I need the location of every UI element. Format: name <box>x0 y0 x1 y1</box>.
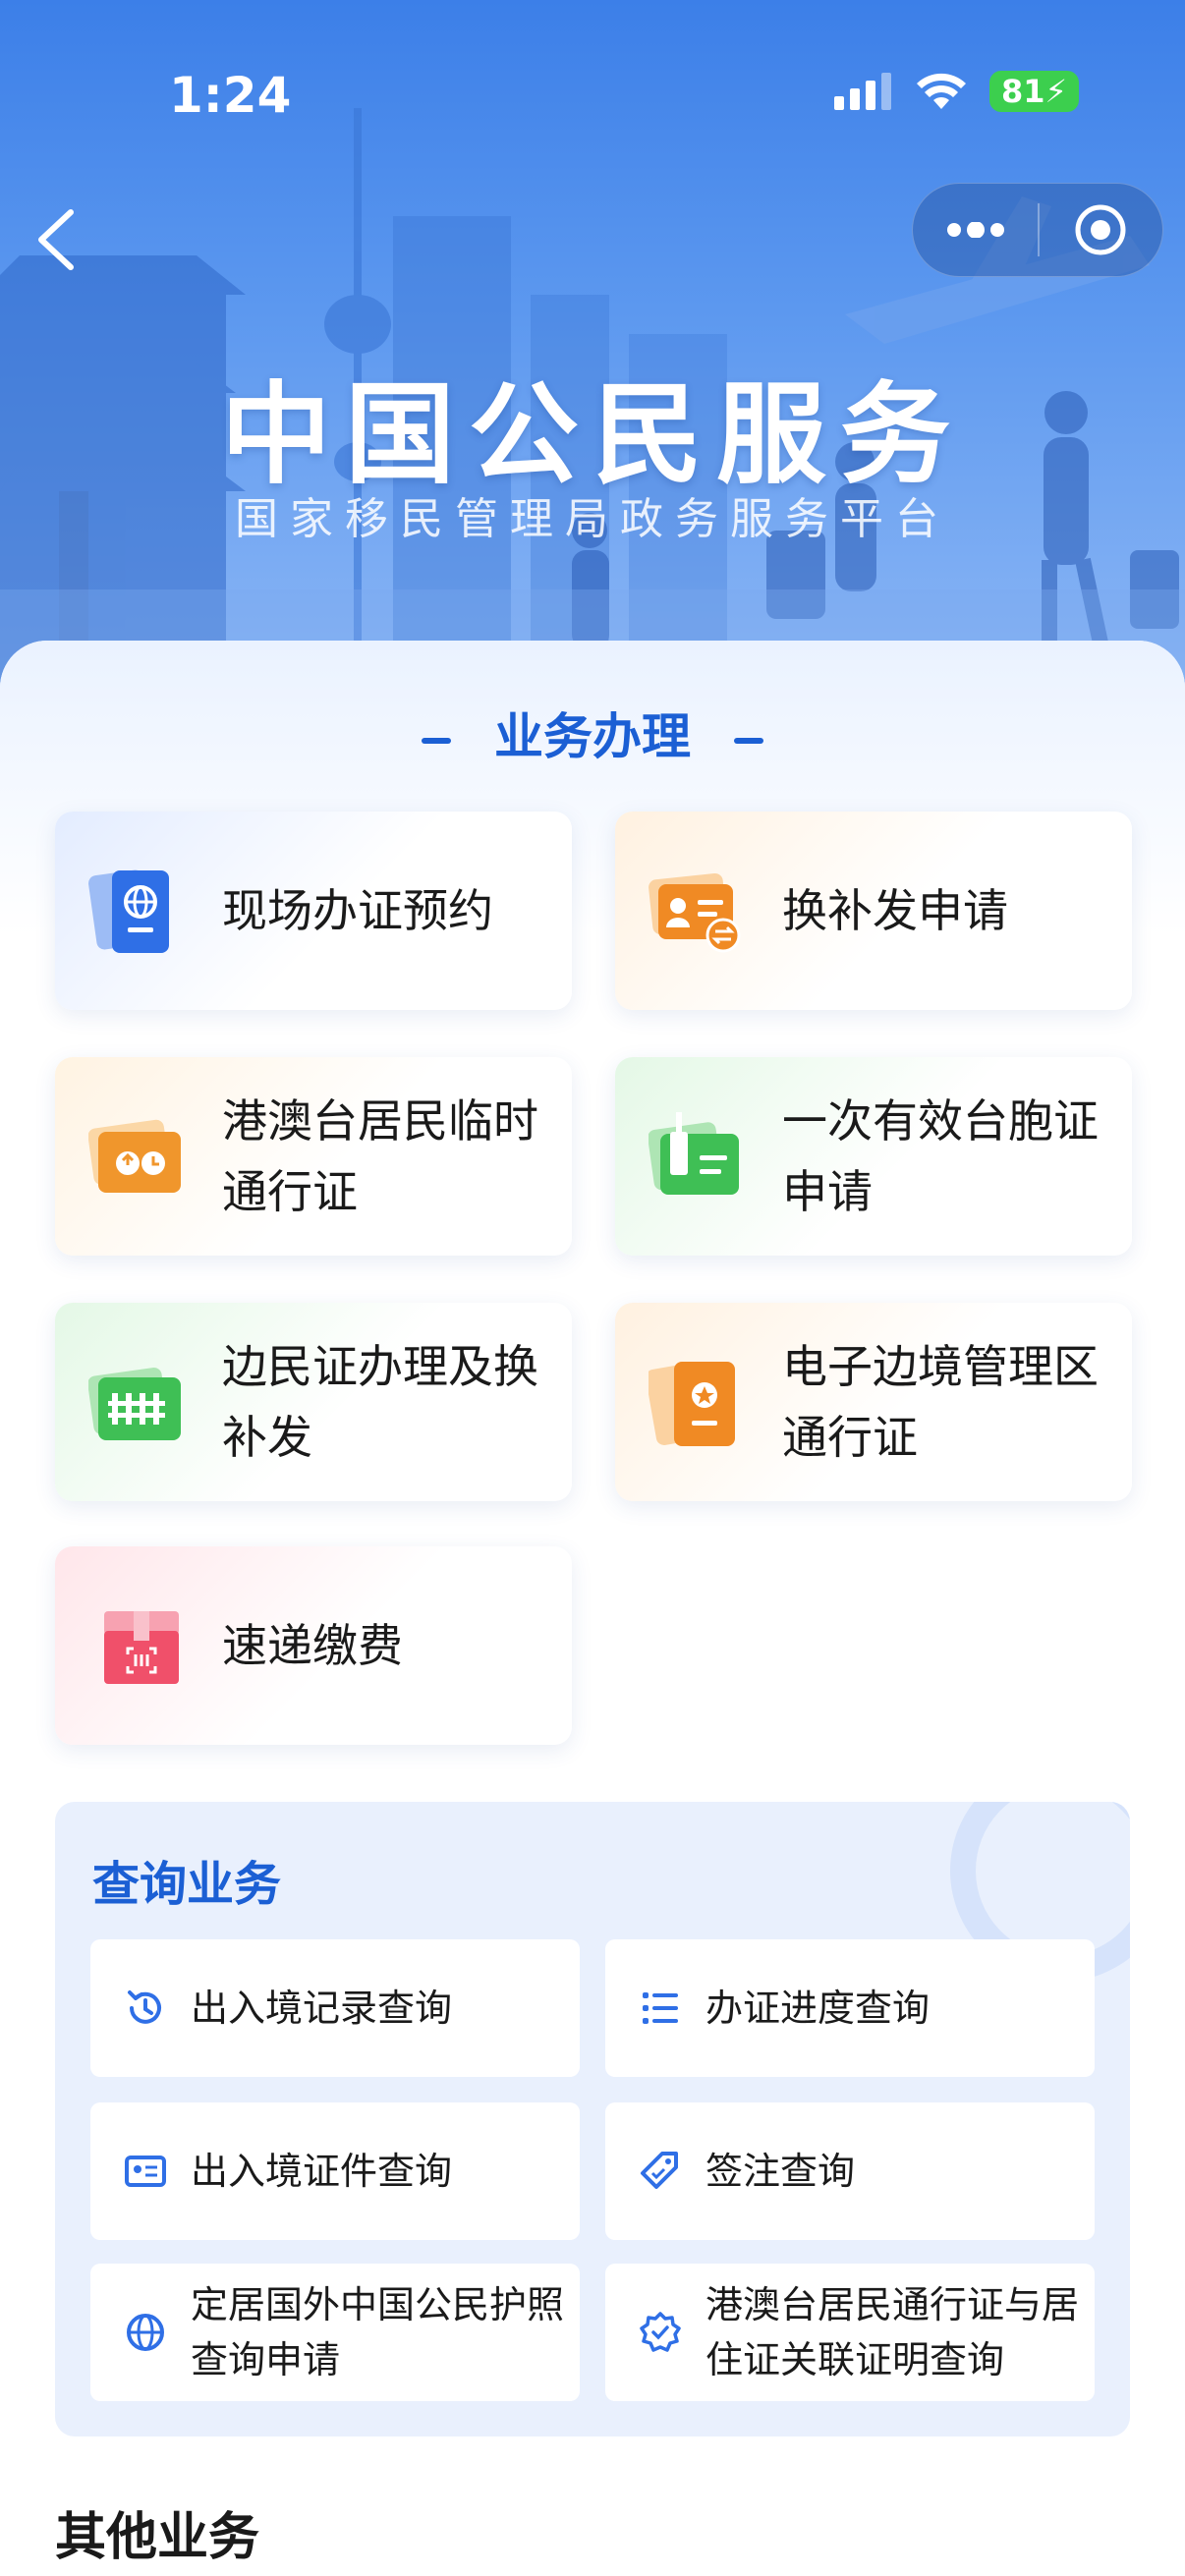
id-card-exchange-icon <box>649 872 741 953</box>
back-button[interactable] <box>28 200 86 279</box>
query-title: 查询业务 <box>92 1857 282 1912</box>
service-card-border-resident[interactable]: 边民证办理及换补发 <box>55 1303 572 1501</box>
service-label: 速递缴费 <box>222 1619 403 1672</box>
query-permit-residence-link[interactable]: 港澳台居民通行证与居住证关联证明查询 <box>605 2264 1095 2401</box>
endorsement-tag-icon <box>641 2152 678 2189</box>
query-label: 签注查询 <box>705 2150 856 2193</box>
service-label: 港澳台居民临时通行证 <box>222 1094 538 1218</box>
hero-banner: 1:24 81⚡ 中国公民服务 国家移民管理局政务服务平台 <box>0 0 1185 688</box>
border-resident-fence-icon <box>88 1368 181 1440</box>
query-documents[interactable]: 出入境证件查询 <box>90 2102 580 2240</box>
service-card-taiwan-permit[interactable]: 一次有效台胞证申请 <box>615 1057 1132 1256</box>
charging-bolt-icon: ⚡ <box>1044 73 1067 110</box>
query-label: 港澳台居民通行证与居住证关联证明查询 <box>705 2283 1080 2381</box>
heading-dash-left <box>422 737 451 744</box>
cellular-signal-icon <box>834 73 891 110</box>
passport-globe-icon <box>88 869 169 953</box>
other-business-title: 其他业务 <box>55 2508 260 2567</box>
battery-level: 81 <box>1001 73 1045 110</box>
service-card-reissue[interactable]: 换补发申请 <box>615 812 1132 1010</box>
service-label: 电子边境管理区通行证 <box>782 1340 1099 1464</box>
chevron-left-icon <box>38 209 74 270</box>
query-progress[interactable]: 办证进度查询 <box>605 1939 1095 2077</box>
document-card-icon <box>125 2156 166 2187</box>
verified-badge-icon <box>640 2312 681 2352</box>
query-endorsement[interactable]: 签注查询 <box>605 2102 1095 2240</box>
query-label: 办证进度查询 <box>705 1987 931 2030</box>
status-bar: 1:24 81⚡ <box>0 0 1185 187</box>
query-label: 定居国外中国公民护照查询申请 <box>191 2283 565 2381</box>
battery-indicator: 81⚡ <box>989 71 1079 112</box>
status-icons: 81⚡ <box>834 71 1079 112</box>
history-clock-icon <box>128 1990 161 2024</box>
query-label: 出入境记录查询 <box>191 1987 453 2030</box>
query-entry-exit-records[interactable]: 出入境记录查询 <box>90 1939 580 2077</box>
target-circle-icon <box>1075 204 1126 255</box>
heading-dash-right <box>734 737 763 744</box>
progress-list-icon <box>643 1992 678 2024</box>
page-title: 中国公民服务 <box>221 371 964 499</box>
service-label: 换补发申请 <box>782 884 1008 937</box>
close-mini-program-button[interactable] <box>1040 183 1162 277</box>
service-label: 边民证办理及换补发 <box>222 1340 538 1464</box>
more-dots-icon <box>946 222 1004 238</box>
query-section: 查询业务 出入境记录查询 办证进度查询 出入境证件查询 签注查询 定居国外中国公… <box>55 1802 1130 2436</box>
service-card-hmt-temporary-permit[interactable]: 港澳台居民临时通行证 <box>55 1057 572 1256</box>
service-card-border-zone-pass[interactable]: 电子边境管理区通行证 <box>615 1303 1132 1501</box>
business-heading-text: 业务办理 <box>494 708 691 765</box>
globe-icon <box>127 2314 164 2351</box>
service-label: 现场办证预约 <box>222 884 493 937</box>
more-button[interactable] <box>913 183 1038 277</box>
business-section-heading: 业务办理 <box>0 698 1185 768</box>
page-subtitle: 国家移民管理局政务服务平台 <box>235 494 950 544</box>
service-card-appointment[interactable]: 现场办证预约 <box>55 812 572 1010</box>
temporary-permit-icon <box>88 1119 181 1193</box>
service-card-express-payment[interactable]: 速递缴费 <box>55 1546 572 1745</box>
query-overseas-passport[interactable]: 定居国外中国公民护照查询申请 <box>90 2264 580 2401</box>
service-label: 一次有效台胞证申请 <box>782 1094 1099 1218</box>
mini-program-capsule <box>912 183 1163 277</box>
taiwan-compatriot-permit-icon <box>649 1112 739 1195</box>
border-zone-pass-icon <box>649 1362 735 1446</box>
query-label: 出入境证件查询 <box>191 2150 453 2193</box>
wifi-icon <box>917 73 966 109</box>
status-time: 1:24 <box>169 67 292 124</box>
express-payment-box-icon <box>104 1611 179 1684</box>
